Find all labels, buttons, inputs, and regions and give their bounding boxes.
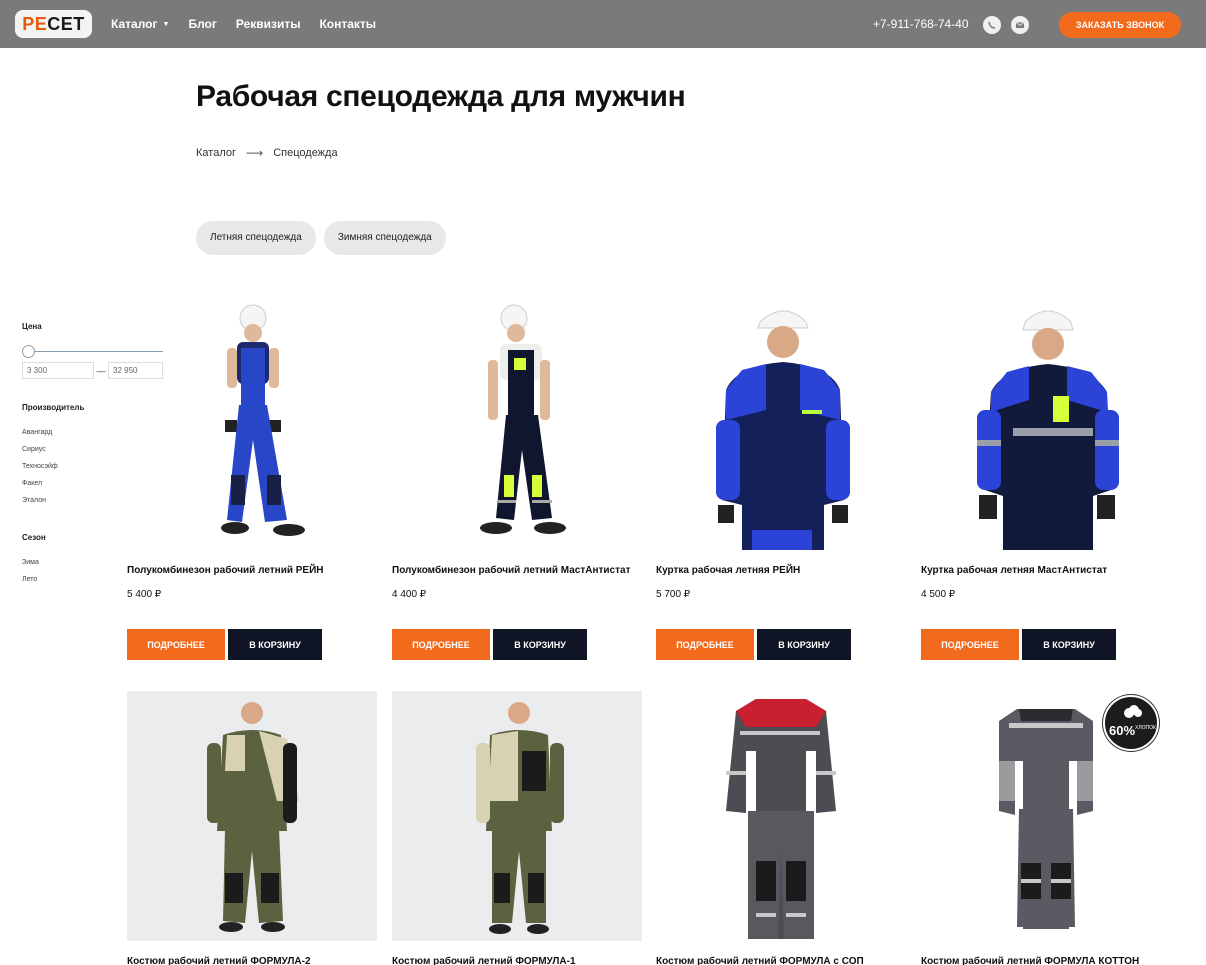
add-to-cart-button[interactable]: В КОРЗИНУ xyxy=(1022,629,1116,660)
breadcrumb-item-catalog[interactable]: Каталог xyxy=(196,147,236,159)
product-name[interactable]: Куртка рабочая летняя МастАнтистат xyxy=(921,565,1107,576)
nav-item-catalog[interactable]: Каталог ▼ xyxy=(111,17,169,31)
nav-item-label: Реквизиты xyxy=(235,17,301,31)
product-card[interactable]: Полукомбинезон рабочий летний МастАнтист… xyxy=(392,300,642,660)
nav-item-label: Каталог xyxy=(111,17,158,31)
price-dash: — xyxy=(96,365,106,376)
breadcrumb: Каталог ⟶ Спецодежда xyxy=(196,146,338,160)
main-nav: Каталог ▼ Блог Реквизиты Контакты xyxy=(111,0,376,48)
nav-item-label: Контакты xyxy=(319,17,377,31)
nav-item-requisites[interactable]: Реквизиты xyxy=(236,17,301,31)
product-image[interactable]: 60% ХЛОПОК xyxy=(921,691,1171,941)
product-name[interactable]: Полукомбинезон рабочий летний МастАнтист… xyxy=(392,565,630,576)
add-to-cart-button[interactable]: В КОРЗИНУ xyxy=(757,629,851,660)
product-image[interactable] xyxy=(656,300,906,550)
badge-percent: 60% xyxy=(1109,723,1136,738)
nav-item-blog[interactable]: Блог xyxy=(188,17,216,31)
product-name[interactable]: Костюм рабочий летний ФОРМУЛА с СОП xyxy=(656,956,864,965)
product-name[interactable]: Куртка рабочая летняя РЕЙН xyxy=(656,565,800,576)
viber-icon[interactable] xyxy=(983,16,1001,34)
product-card[interactable]: 60% ХЛОПОК Костюм рабочий летний ФОРМУЛА… xyxy=(921,691,1171,965)
nav-item-label: Блог xyxy=(188,17,217,31)
logo[interactable]: РЕСЕТ xyxy=(15,10,92,38)
product-card[interactable]: Костюм рабочий летний ФОРМУЛА-1 xyxy=(392,691,642,965)
page-title: Рабочая спецодежда для мужчин xyxy=(196,80,686,113)
product-image[interactable] xyxy=(127,691,377,941)
product-image[interactable] xyxy=(392,300,642,550)
nav-item-contacts[interactable]: Контакты xyxy=(319,17,376,31)
product-image[interactable] xyxy=(127,300,377,550)
slider-handle[interactable] xyxy=(22,345,35,358)
product-card[interactable]: Костюм рабочий летний ФОРМУЛА с СОП xyxy=(656,691,906,965)
details-button[interactable]: ПОДРОБНЕЕ xyxy=(921,629,1019,660)
product-image[interactable] xyxy=(921,300,1171,550)
details-button[interactable]: ПОДРОБНЕЕ xyxy=(127,629,225,660)
product-name[interactable]: Костюм рабочий летний ФОРМУЛА КОТТОН xyxy=(921,956,1139,965)
add-to-cart-button[interactable]: В КОРЗИНУ xyxy=(493,629,587,660)
add-to-cart-button[interactable]: В КОРЗИНУ xyxy=(228,629,322,660)
arrow-right-icon: ⟶ xyxy=(246,146,264,160)
product-price: 5 700 ₽ xyxy=(656,589,691,600)
details-button[interactable]: ПОДРОБНЕЕ xyxy=(392,629,490,660)
details-button[interactable]: ПОДРОБНЕЕ xyxy=(656,629,754,660)
site-header: РЕСЕТ Каталог ▼ Блог Реквизиты Контакты … xyxy=(0,0,1206,48)
product-card[interactable]: Полукомбинезон рабочий летний РЕЙН 5 400… xyxy=(127,300,377,660)
product-price: 4 400 ₽ xyxy=(392,589,427,600)
product-image[interactable] xyxy=(656,691,906,941)
category-chips: Летняя спецодежда Зимняя спецодежда xyxy=(196,221,446,255)
badge-text: ХЛОПОК xyxy=(1135,725,1156,731)
product-name[interactable]: Полукомбинезон рабочий летний РЕЙН xyxy=(127,565,324,576)
cotton-icon xyxy=(1124,705,1142,718)
phone-link[interactable]: +7-911-768-74-40 xyxy=(873,17,969,31)
cotton-badge: 60% ХЛОПОК xyxy=(1103,695,1159,751)
product-name[interactable]: Костюм рабочий летний ФОРМУЛА-2 xyxy=(127,956,311,965)
logo-part-a: РЕ xyxy=(22,14,48,34)
product-price: 4 500 ₽ xyxy=(921,589,956,600)
product-name[interactable]: Костюм рабочий летний ФОРМУЛА-1 xyxy=(392,956,576,965)
logo-part-b: СЕТ xyxy=(47,14,85,34)
product-image[interactable] xyxy=(392,691,642,941)
chevron-down-icon: ▼ xyxy=(162,20,170,28)
product-card[interactable]: Костюм рабочий летний ФОРМУЛА-2 xyxy=(127,691,377,965)
product-card[interactable]: Куртка рабочая летняя РЕЙН 5 700 ₽ ПОДРО… xyxy=(656,300,906,660)
product-price: 5 400 ₽ xyxy=(127,589,162,600)
chip-winter-workwear[interactable]: Зимняя спецодежда xyxy=(323,221,446,255)
breadcrumb-item-workwear[interactable]: Спецодежда xyxy=(273,147,337,159)
price-min-input[interactable] xyxy=(22,362,94,379)
product-card[interactable]: Куртка рабочая летняя МастАнтистат 4 500… xyxy=(921,300,1171,660)
mail-icon[interactable] xyxy=(1011,16,1029,34)
order-call-button[interactable]: ЗАКАЗАТЬ ЗВОНОК xyxy=(1059,12,1181,38)
chip-summer-workwear[interactable]: Летняя спецодежда xyxy=(196,221,316,255)
